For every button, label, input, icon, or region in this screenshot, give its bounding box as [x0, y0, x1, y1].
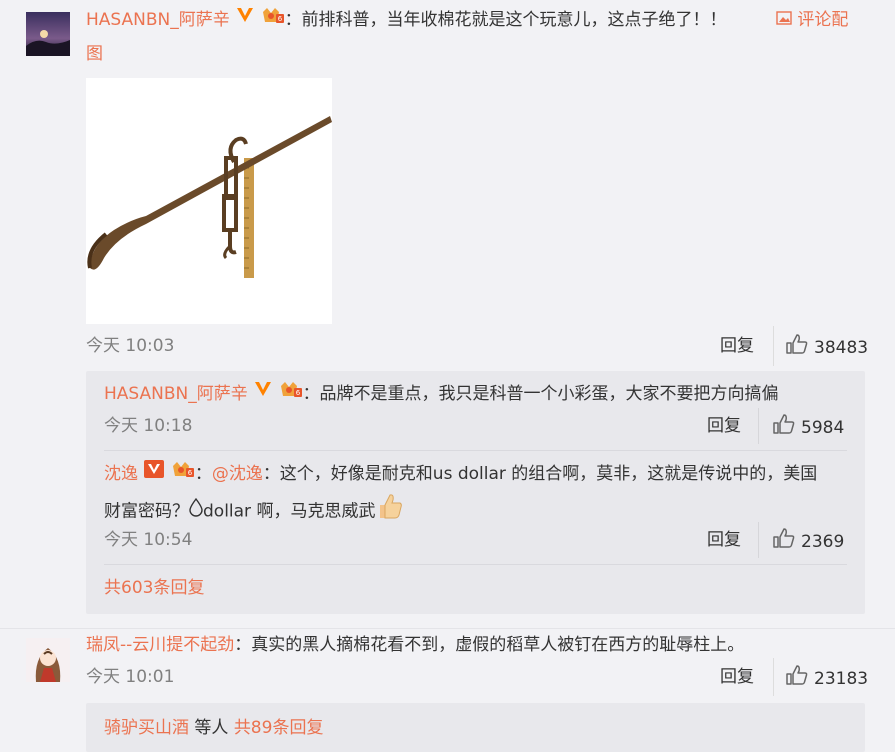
like-count: 5984 — [801, 417, 845, 438]
reply-text: dollar 啊，马克思威武 — [203, 501, 376, 522]
member-crown-icon[interactable]: 6 — [261, 4, 285, 36]
divider — [773, 658, 774, 696]
verified-v-icon — [143, 458, 165, 490]
attachment-label-line2[interactable]: 图 — [86, 38, 103, 70]
reply-text: 财富密码？ — [104, 501, 189, 522]
comment-image-link[interactable]: 评论配 — [776, 4, 848, 36]
image-icon — [776, 4, 792, 36]
reply-button[interactable]: 回复 — [720, 334, 754, 358]
reply-item: HASANBN_阿萨辛 6 ：品牌不是重点，我只是科普一个小彩蛋，大家不要把方向… — [104, 378, 779, 410]
avatar[interactable] — [26, 12, 70, 56]
like-count: 38483 — [814, 337, 869, 358]
water-drop-icon — [189, 496, 203, 528]
comment-image[interactable] — [86, 78, 332, 324]
like-button[interactable]: 2369 — [773, 528, 844, 555]
like-count: 2369 — [801, 531, 845, 552]
sub-reply-count[interactable]: 共89条回复 — [234, 718, 324, 738]
sub-reply-user[interactable]: 骑驴买山酒 — [104, 718, 189, 738]
comment-text: ：前排科普，当年收棉花就是这个玩意儿，这点子绝了！！ — [284, 10, 727, 30]
thumbs-up-emoji-icon — [375, 492, 403, 531]
reply-text: ：品牌不是重点，我只是科普一个小彩蛋，大家不要把方向搞偏 — [302, 384, 779, 404]
divider — [758, 408, 759, 444]
like-button[interactable]: 23183 — [786, 665, 868, 692]
reply-time: 今天 10:54 — [104, 530, 193, 550]
comment-username[interactable]: 瑞凤--云川提不起劲 — [86, 635, 234, 655]
reply-divider — [104, 450, 847, 451]
svg-text:6: 6 — [295, 389, 300, 397]
more-replies-link[interactable]: 共603条回复 — [104, 576, 204, 600]
divider — [773, 326, 774, 366]
comment-username[interactable]: HASANBN_阿萨辛 — [86, 10, 230, 30]
reply-time: 今天 10:18 — [104, 416, 193, 436]
reply-item: 沈逸 6 ：@沈逸：这个，好像是耐克和us dollar 的组合啊，莫非，这就是… — [104, 458, 817, 490]
like-count: 23183 — [814, 668, 869, 689]
reply-divider — [104, 564, 847, 565]
comment-time: 今天 10:01 — [86, 667, 175, 687]
vip-v-icon — [235, 4, 255, 36]
thumbs-up-icon — [773, 414, 795, 441]
svg-text:6: 6 — [188, 469, 193, 477]
reply-text: ：这个，好像是耐克和us dollar 的组合啊，莫非，这就是传说中的，美国 — [262, 464, 818, 484]
like-button[interactable]: 5984 — [773, 414, 844, 441]
thumbs-up-icon — [786, 334, 808, 361]
mention-link[interactable]: @沈逸 — [212, 464, 263, 484]
svg-text:6: 6 — [277, 15, 282, 23]
reply-button[interactable]: 回复 — [707, 528, 741, 552]
reply-username[interactable]: HASANBN_阿萨辛 — [104, 384, 248, 404]
member-crown-icon[interactable]: 6 — [279, 378, 303, 410]
attachment-label-line1: 评论配 — [797, 10, 849, 30]
avatar[interactable] — [26, 638, 70, 682]
sub-reply-middle: 等人 — [189, 718, 234, 738]
reply-username[interactable]: 沈逸 — [104, 464, 138, 484]
like-button[interactable]: 38483 — [786, 334, 868, 361]
reply-button[interactable]: 回复 — [720, 665, 754, 689]
comment-time: 今天 10:03 — [86, 336, 175, 356]
member-crown-icon[interactable]: 6 — [171, 458, 195, 490]
divider — [758, 522, 759, 558]
reply-button[interactable]: 回复 — [707, 414, 741, 438]
thumbs-up-icon — [786, 665, 808, 692]
reply-text-line2: 财富密码？ dollar 啊，马克思威武 — [104, 492, 403, 531]
comment-text: ：真实的黑人摘棉花看不到，虚假的稻草人被钉在西方的耻辱柱上。 — [234, 635, 745, 655]
sub-reply-summary: 骑驴买山酒 等人 共89条回复 — [104, 716, 323, 740]
vip-v-icon — [253, 378, 273, 410]
thumbs-up-icon — [773, 528, 795, 555]
